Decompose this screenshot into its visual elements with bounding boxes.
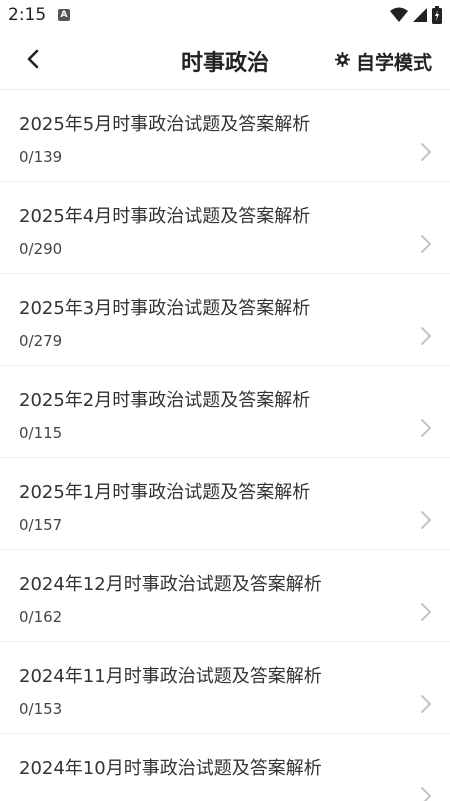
list-item[interactable]: 2025年2月时事政治试题及答案解析 0/115	[0, 366, 450, 458]
list-item[interactable]: 2024年10月时事政治试题及答案解析	[0, 734, 450, 801]
chevron-right-icon	[421, 695, 431, 713]
chevron-right-icon	[421, 603, 431, 621]
item-progress-count: 0/139	[19, 148, 63, 166]
exam-list: 2025年5月时事政治试题及答案解析 0/139 2025年4月时事政治试题及答…	[0, 90, 450, 801]
gear-icon	[334, 52, 350, 71]
list-item[interactable]: 2025年5月时事政治试题及答案解析 0/139	[0, 90, 450, 182]
wifi-icon	[390, 7, 408, 27]
list-item[interactable]: 2025年1月时事政治试题及答案解析 0/157	[0, 458, 450, 550]
list-item[interactable]: 2025年4月时事政治试题及答案解析 0/290	[0, 182, 450, 274]
back-button[interactable]	[18, 46, 48, 76]
app-header: 时事政治 自学模式	[0, 32, 450, 90]
battery-icon	[432, 6, 442, 28]
status-bar: 2:15 A	[0, 0, 450, 32]
status-icons	[390, 6, 442, 28]
item-title: 2024年11月时事政治试题及答案解析	[19, 666, 322, 687]
chevron-right-icon	[421, 511, 431, 529]
item-progress-count: 0/279	[19, 332, 63, 350]
chevron-right-icon	[421, 787, 431, 801]
mode-label: 自学模式	[355, 52, 432, 74]
chevron-right-icon	[421, 327, 431, 345]
list-item[interactable]: 2025年3月时事政治试题及答案解析 0/279	[0, 274, 450, 366]
item-title: 2025年1月时事政治试题及答案解析	[19, 482, 311, 503]
item-progress-count: 0/162	[19, 608, 63, 626]
item-progress-count: 0/115	[19, 424, 63, 442]
list-item[interactable]: 2024年11月时事政治试题及答案解析 0/153	[0, 642, 450, 734]
item-title: 2024年10月时事政治试题及答案解析	[19, 758, 322, 779]
item-title: 2025年5月时事政治试题及答案解析	[19, 114, 311, 135]
chevron-right-icon	[421, 419, 431, 437]
item-progress-count: 0/157	[19, 516, 63, 534]
item-title: 2025年2月时事政治试题及答案解析	[19, 390, 311, 411]
signal-icon	[412, 7, 428, 27]
notification-icon: A	[58, 9, 70, 21]
chevron-left-icon	[27, 49, 39, 73]
chevron-right-icon	[421, 235, 431, 253]
item-title: 2025年3月时事政治试题及答案解析	[19, 298, 311, 319]
list-item[interactable]: 2024年12月时事政治试题及答案解析 0/162	[0, 550, 450, 642]
item-title: 2025年4月时事政治试题及答案解析	[19, 206, 311, 227]
self-study-mode-button[interactable]: 自学模式	[334, 48, 432, 75]
chevron-right-icon	[421, 143, 431, 161]
status-time: 2:15	[8, 5, 47, 25]
item-title: 2024年12月时事政治试题及答案解析	[19, 574, 322, 595]
item-progress-count: 0/153	[19, 700, 63, 718]
item-progress-count: 0/290	[19, 240, 63, 258]
